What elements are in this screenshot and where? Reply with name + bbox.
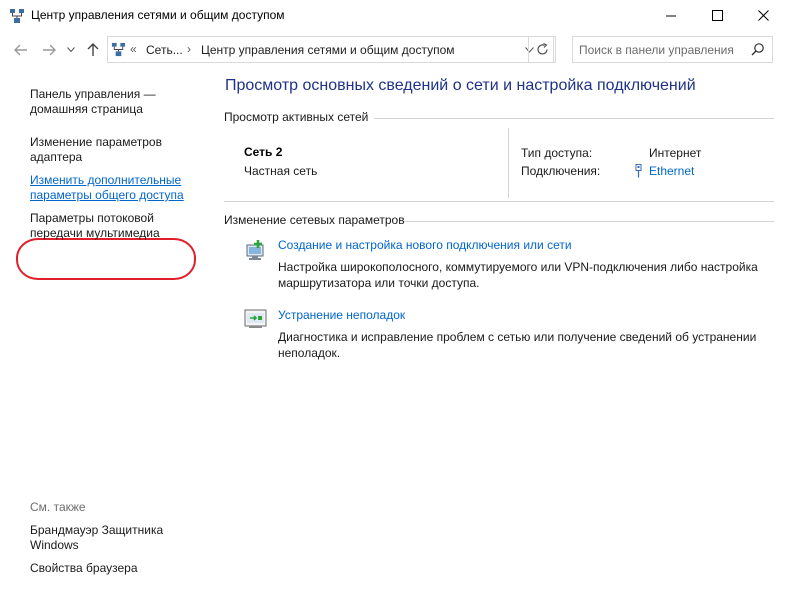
sidebar-item-advanced-sharing[interactable]: Изменить дополнительные параметры общего…: [30, 173, 200, 203]
address-box[interactable]: « Сеть... › Центр управления сетями и об…: [107, 36, 554, 63]
close-button[interactable]: [740, 0, 786, 31]
access-type-value: Интернет: [649, 146, 702, 160]
left-pane: Панель управления — домашняя страница Из…: [0, 70, 210, 596]
troubleshoot-icon: [244, 308, 268, 335]
breadcrumb-overflow[interactable]: «: [130, 42, 137, 56]
breadcrumb-separator[interactable]: ›: [187, 42, 191, 56]
see-also-title: См. также: [30, 500, 86, 514]
sidebar-item-control-panel-home[interactable]: Панель управления — домашняя страница: [30, 87, 200, 117]
recent-locations-chevron-icon[interactable]: [64, 40, 78, 60]
divider: [508, 128, 509, 198]
connections-label: Подключения:: [521, 164, 601, 178]
new-connection-link[interactable]: Создание и настройка нового подключения …: [278, 238, 572, 252]
see-also-browser-properties[interactable]: Свойства браузера: [30, 561, 200, 576]
troubleshoot-description: Диагностика и исправление проблем с сеть…: [278, 330, 757, 360]
ethernet-icon: [634, 164, 643, 183]
maximize-button[interactable]: [694, 0, 740, 31]
active-networks-title: Просмотр активных сетей: [224, 110, 369, 124]
access-type-label: Тип доступа:: [521, 146, 593, 160]
breadcrumb-network[interactable]: Сеть...: [146, 43, 183, 57]
search-box[interactable]: [572, 36, 773, 63]
sidebar-item-adapter-settings[interactable]: Изменение параметров адаптера: [30, 135, 200, 165]
ethernet-connection-link[interactable]: Ethernet: [649, 164, 694, 178]
see-also-firewall[interactable]: Брандмауэр Защитника Windows: [30, 523, 180, 553]
highlight-annotation: [16, 238, 196, 280]
troubleshoot-link[interactable]: Устранение неполадок: [278, 308, 405, 322]
change-settings-title: Изменение сетевых параметров: [224, 213, 405, 227]
divider: [224, 201, 774, 202]
new-connection-description: Настройка широкополосного, коммутируемог…: [278, 260, 758, 290]
network-center-icon: [9, 8, 25, 29]
refresh-icon: [536, 43, 548, 55]
network-name: Сеть 2: [244, 145, 283, 159]
back-button[interactable]: [12, 40, 30, 60]
refresh-button[interactable]: [528, 36, 556, 63]
divider: [404, 221, 774, 222]
network-type: Частная сеть: [244, 164, 318, 178]
window-title: Центр управления сетями и общим доступом: [31, 8, 285, 22]
search-icon[interactable]: [751, 42, 765, 61]
title-bar: Центр управления сетями и общим доступом: [0, 0, 786, 31]
network-center-icon: [111, 42, 126, 62]
sidebar-item-media-streaming[interactable]: Параметры потоковой передачи мультимедиа: [30, 211, 200, 241]
up-button[interactable]: [85, 40, 101, 60]
divider: [374, 118, 774, 119]
search-input[interactable]: [579, 41, 744, 58]
breadcrumb-current[interactable]: Центр управления сетями и общим доступом: [201, 43, 455, 57]
forward-button[interactable]: [40, 40, 58, 60]
new-connection-icon: [244, 239, 268, 266]
page-title: Просмотр основных сведений о сети и наст…: [225, 77, 696, 94]
minimize-button[interactable]: [648, 0, 694, 31]
